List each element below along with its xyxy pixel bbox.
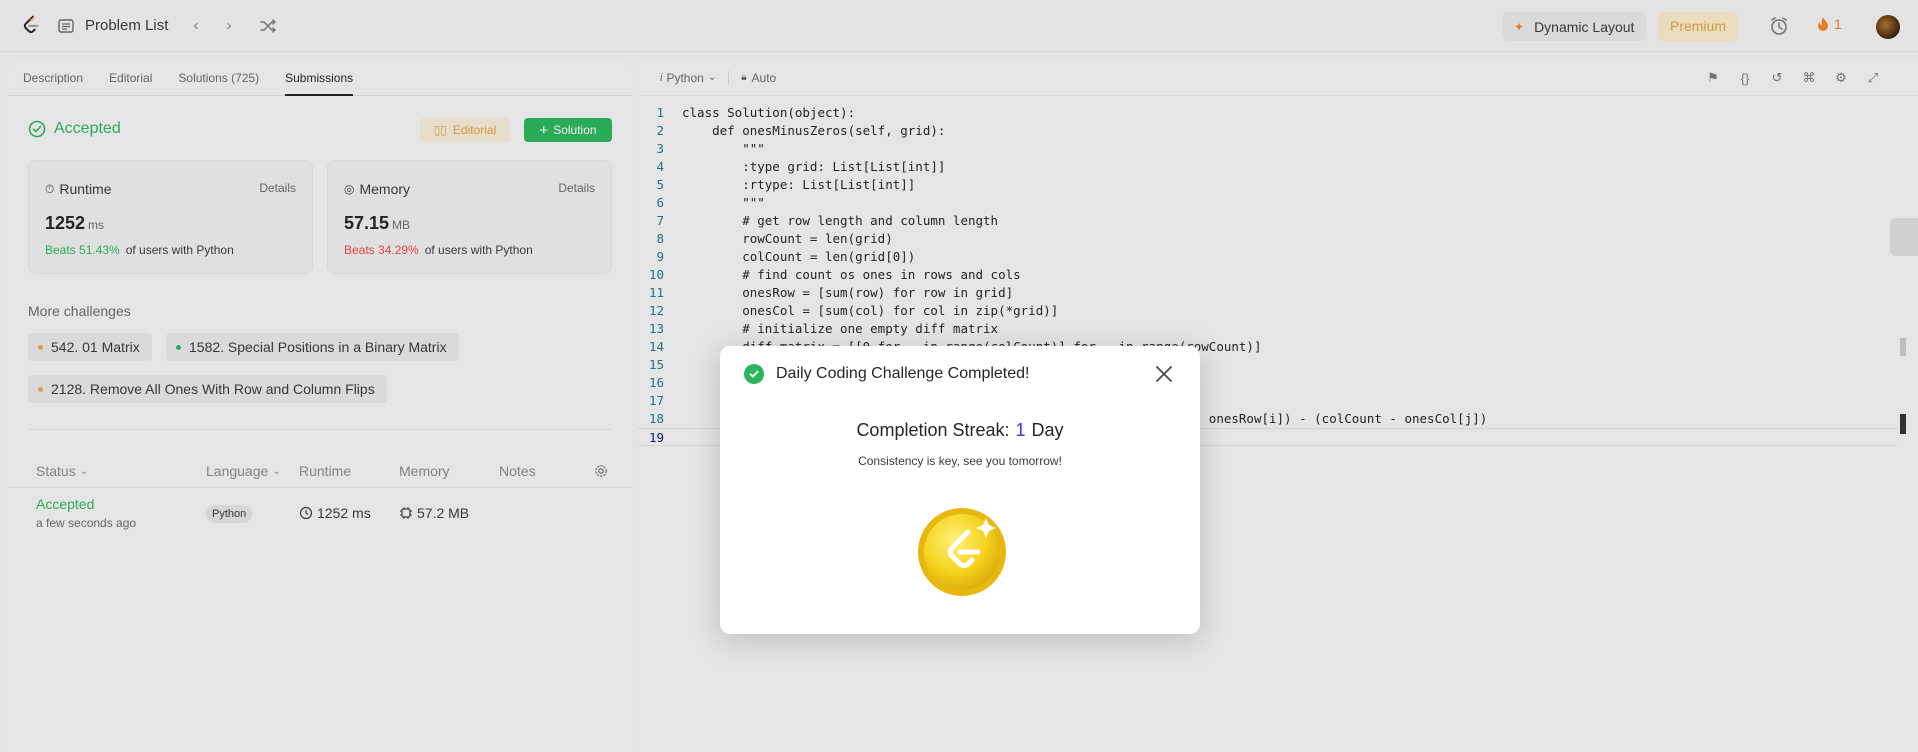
modal-title: Daily Coding Challenge Completed! <box>776 365 1030 382</box>
gold-coin-icon <box>918 508 1006 596</box>
streak-label: Completion Streak: <box>856 420 1010 440</box>
daily-challenge-modal: Daily Coding Challenge Completed! Comple… <box>720 346 1200 634</box>
modal-header: Daily Coding Challenge Completed! <box>744 364 1029 384</box>
close-icon[interactable] <box>1154 364 1174 384</box>
streak-value: 1 <box>1015 420 1026 440</box>
check-circle-icon <box>744 364 764 384</box>
modal-subtitle: Consistency is key, see you tomorrow! <box>858 454 1062 468</box>
completion-streak: Completion Streak: 1 Day <box>720 420 1200 441</box>
streak-unit: Day <box>1031 420 1064 440</box>
